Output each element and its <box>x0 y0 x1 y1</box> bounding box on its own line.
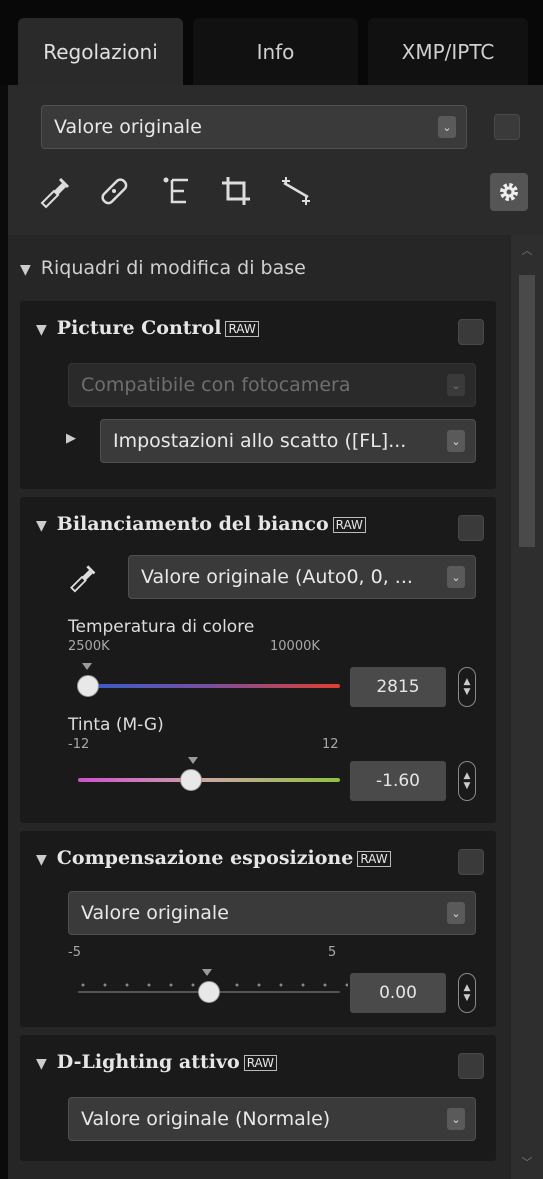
chevron-down-icon: ⌄ <box>447 566 465 588</box>
raw-badge: RAW <box>357 851 391 867</box>
temperature-max: 10000K <box>270 639 320 654</box>
white-balance-header[interactable]: ▼ Bilanciamento del bianco RAW <box>36 513 366 535</box>
d-lighting-title: D-Lighting attivo <box>56 1051 240 1073</box>
raw-badge: RAW <box>225 321 259 337</box>
crop-icon[interactable] <box>218 173 254 209</box>
settings-button[interactable] <box>490 173 528 211</box>
picture-control-header[interactable]: ▼ Picture Control RAW <box>36 317 259 339</box>
tint-max: 12 <box>322 737 339 752</box>
tint-value-field[interactable]: -1.60 <box>350 761 446 801</box>
exposure-value-field[interactable]: 0.00 <box>350 973 446 1013</box>
d-lighting-header[interactable]: ▼ D-Lighting attivo RAW <box>36 1051 277 1073</box>
exposure-max: 5 <box>328 945 337 960</box>
temperature-spinner[interactable]: ▲ ▼ <box>458 667 476 707</box>
d-lighting-select-value: Valore originale (Normale) <box>81 1108 331 1130</box>
temperature-min: 2500K <box>68 639 110 654</box>
raw-badge: RAW <box>243 1055 277 1071</box>
chevron-down-icon: ⌄ <box>447 430 465 452</box>
picture-control-checkbox[interactable] <box>458 319 484 345</box>
chevron-down-icon: ⌄ <box>438 116 456 138</box>
tint-slider-track[interactable] <box>78 778 340 782</box>
tint-min: -12 <box>68 737 90 752</box>
tint-label: Tinta (M-G) <box>68 715 164 735</box>
collapse-triangle-icon: ▼ <box>36 518 47 534</box>
d-lighting-card: ▼ D-Lighting attivo RAW Valore originale (… <box>20 1035 496 1161</box>
tab-bar: Regolazioni Info XMP/IPTC <box>0 0 543 85</box>
preset-checkbox[interactable] <box>494 114 520 140</box>
scroll-down-icon[interactable]: ﹀ <box>519 1155 535 1171</box>
temperature-label: Temperatura di colore <box>68 617 255 637</box>
chevron-down-icon: ⌄ <box>447 902 465 924</box>
exposure-select-value: Valore originale <box>81 902 229 924</box>
collapse-triangle-icon: ▼ <box>20 262 31 278</box>
chevron-down-icon: ⌄ <box>447 374 465 396</box>
eyedropper-icon[interactable] <box>36 173 72 209</box>
camera-compat-select: Compatibile con fotocamera ⌄ <box>68 363 476 407</box>
panel-scrollbar[interactable]: ︿ ﹀ <box>511 235 543 1179</box>
white-balance-title: Bilanciamento del bianco <box>56 513 329 535</box>
shooting-settings-value: Impostazioni allo scatto ([FL]... <box>113 430 407 452</box>
collapse-triangle-icon: ▼ <box>36 852 47 868</box>
exposure-select[interactable]: Valore originale ⌄ <box>68 891 476 935</box>
straighten-icon[interactable] <box>278 173 314 209</box>
exposure-card: ▼ Compensazione esposizione RAW Valore ori… <box>20 831 496 1027</box>
tint-spinner[interactable]: ▲ ▼ <box>458 761 476 801</box>
preset-select[interactable]: Valore originale ⌄ <box>41 105 467 149</box>
collapse-triangle-icon: ▼ <box>36 322 47 338</box>
picture-control-card: ▼ Picture Control RAW Compatibile con foto… <box>20 301 496 489</box>
section-title: Riquadri di modifica di base <box>40 257 306 279</box>
temperature-slider-thumb[interactable] <box>77 675 100 697</box>
picture-control-title: Picture Control <box>56 317 222 339</box>
retouch-icon[interactable] <box>96 173 132 209</box>
shooting-settings-select[interactable]: Impostazioni allo scatto ([FL]... ⌄ <box>100 419 476 463</box>
eyedropper-icon[interactable] <box>66 561 98 593</box>
camera-compat-value: Compatibile con fotocamera <box>81 374 351 396</box>
tint-default-marker <box>188 757 198 764</box>
exposure-default-marker <box>202 969 212 976</box>
scroll-up-icon[interactable]: ︿ <box>519 243 535 259</box>
scrollbar-thumb[interactable] <box>519 275 535 547</box>
exposure-spinner[interactable]: ▲ ▼ <box>458 973 476 1013</box>
section-header[interactable]: ▼ Riquadri di modifica di base <box>20 257 306 279</box>
temperature-value-field[interactable]: 2815 <box>350 667 446 707</box>
expand-triangle-icon[interactable]: ▶ <box>66 431 76 446</box>
exposure-title: Compensazione esposizione <box>56 847 354 869</box>
tab-xmp-iptc[interactable]: XMP/IPTC <box>368 18 528 85</box>
temperature-default-marker <box>82 663 92 670</box>
tint-slider-thumb[interactable] <box>179 769 202 791</box>
white-balance-select[interactable]: Valore originale (Auto0, 0, ... ⌄ <box>128 555 476 599</box>
lcc-icon[interactable] <box>158 173 194 209</box>
white-balance-card: ▼ Bilanciamento del bianco RAW Valore orig… <box>20 497 496 823</box>
collapse-triangle-icon: ▼ <box>36 1056 47 1072</box>
exposure-checkbox[interactable] <box>458 849 484 875</box>
d-lighting-select[interactable]: Valore originale (Normale) ⌄ <box>68 1097 476 1141</box>
exposure-header[interactable]: ▼ Compensazione esposizione RAW <box>36 847 391 869</box>
raw-badge: RAW <box>332 517 366 533</box>
d-lighting-checkbox[interactable] <box>458 1053 484 1079</box>
adjustments-panel: Valore originale ⌄ ︿ ﹀ ▼ Riquadri di mod… <box>8 85 543 1179</box>
chevron-down-icon: ⌄ <box>447 1108 465 1130</box>
adjustments-toolbar: Valore originale ⌄ <box>8 85 543 235</box>
gear-icon <box>500 183 518 201</box>
tab-regolazioni[interactable]: Regolazioni <box>18 18 183 85</box>
temperature-slider-track[interactable] <box>78 684 340 688</box>
exposure-slider-thumb[interactable] <box>198 981 220 1003</box>
tab-info[interactable]: Info <box>193 18 358 85</box>
preset-select-value: Valore originale <box>54 116 202 138</box>
white-balance-checkbox[interactable] <box>458 515 484 541</box>
white-balance-value: Valore originale (Auto0, 0, ... <box>141 566 413 588</box>
exposure-min: -5 <box>68 945 81 960</box>
